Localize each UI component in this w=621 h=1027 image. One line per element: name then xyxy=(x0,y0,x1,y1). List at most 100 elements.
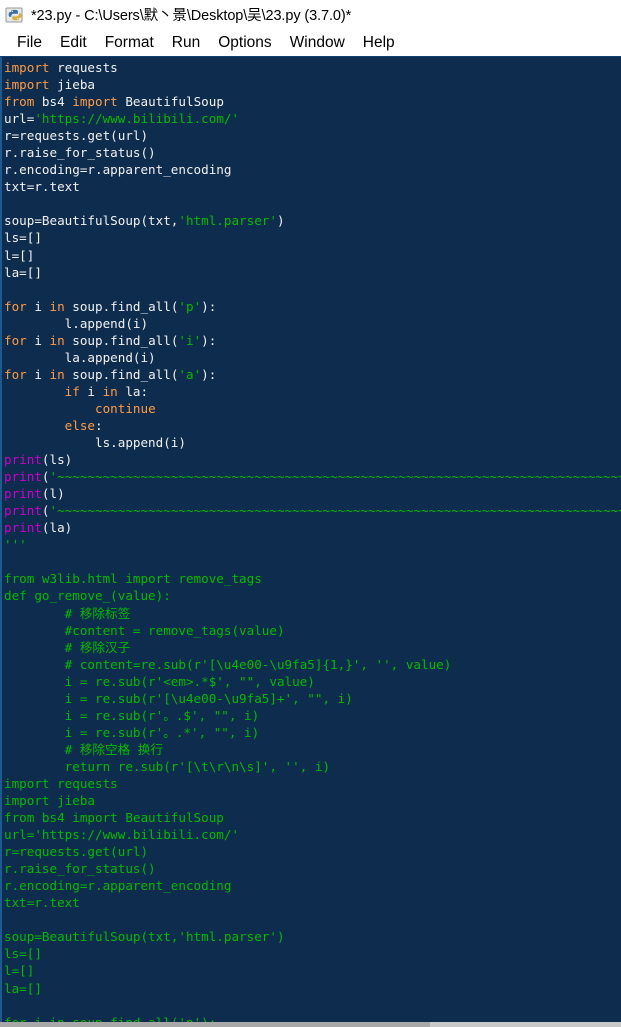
menu-item-format[interactable]: Format xyxy=(96,34,163,52)
code-line: for i in soup.find_all('a'): xyxy=(4,366,621,383)
menu-item-edit[interactable]: Edit xyxy=(51,34,96,52)
code-token: for xyxy=(4,366,27,382)
code-line: i = re.sub(r'<em>.*$', "", value) xyxy=(4,673,621,690)
code-line: print('~~~~~~~~~~~~~~~~~~~~~~~~~~~~~~~~~… xyxy=(4,468,621,485)
code-token: l.append(i) xyxy=(4,315,149,331)
code-line: url='https://www.bilibili.com/' xyxy=(4,110,621,127)
code-token: for xyxy=(4,298,27,314)
code-line: from bs4 import BeautifulSoup xyxy=(4,93,621,110)
window-title: *23.py - C:\Users\默丶景\Desktop\吴\23.py (3… xyxy=(31,8,352,24)
code-token: l=[] xyxy=(4,963,35,979)
code-token: i xyxy=(26,366,50,382)
code-token: print xyxy=(4,469,42,485)
code-token: r=requests.get(url) xyxy=(4,128,149,144)
code-line: r.raise_for_status() xyxy=(4,144,621,161)
menu-item-window[interactable]: Window xyxy=(281,34,354,52)
code-token: 'a' xyxy=(178,366,202,382)
menu-item-file[interactable]: File xyxy=(8,34,51,52)
code-token: import xyxy=(72,94,118,110)
code-token: in xyxy=(49,298,65,314)
code-text[interactable]: import requests import jieba from bs4 impo… xyxy=(4,59,621,1027)
code-token: print xyxy=(4,486,42,502)
code-line: l=[] xyxy=(4,247,621,264)
code-line: txt=r.text xyxy=(4,178,621,195)
code-line: ls.append(i) xyxy=(4,434,621,451)
code-token: ) xyxy=(276,213,285,229)
code-token: import xyxy=(4,77,50,93)
code-token: soup.find_all( xyxy=(64,298,179,314)
code-line: # 移除汉子 xyxy=(4,639,621,656)
code-token: txt=r.text xyxy=(4,179,80,195)
menu-item-options[interactable]: Options xyxy=(209,34,280,52)
title-bar: *23.py - C:\Users\默丶景\Desktop\吴\23.py (3… xyxy=(0,0,621,29)
code-line: soup=BeautifulSoup(txt,'html.parser') xyxy=(4,212,621,229)
code-token: print xyxy=(4,503,42,519)
code-editor[interactable]: import requests import jieba from bs4 impo… xyxy=(0,56,621,1027)
menu-item-help[interactable]: Help xyxy=(354,34,404,52)
code-line: ​ xyxy=(4,281,621,298)
code-line: ​ xyxy=(4,911,621,928)
code-token: ( xyxy=(41,503,50,519)
code-token: 'p' xyxy=(178,298,202,314)
code-line: ls=[] xyxy=(4,229,621,246)
code-token: ls.append(i) xyxy=(4,435,186,451)
code-line: # 移除空格 换行 xyxy=(4,741,621,758)
code-token: import requests xyxy=(4,775,118,791)
menu-bar: File Edit Format Run Options Window Help xyxy=(0,29,621,56)
code-token: 'html.parser' xyxy=(178,213,277,229)
code-line: import requests xyxy=(4,59,621,76)
code-line: la.append(i) xyxy=(4,349,621,366)
code-token: def go_remove_(value): xyxy=(4,588,171,604)
code-line: la=[] xyxy=(4,264,621,281)
code-line: import jieba xyxy=(4,792,621,809)
menu-item-run[interactable]: Run xyxy=(163,34,209,52)
code-line: l.append(i) xyxy=(4,315,621,332)
code-line: for i in soup.find_all('p'): xyxy=(4,298,621,315)
code-line: soup=BeautifulSoup(txt,'html.parser') xyxy=(4,928,621,945)
code-token: 'https://www.bilibili.com/' xyxy=(34,111,240,127)
code-token: i xyxy=(26,298,50,314)
code-token: return re.sub(r'[\t\r\n\s]', '', i) xyxy=(4,758,331,774)
code-token: from bs4 import BeautifulSoup xyxy=(4,810,224,826)
code-line: ''' xyxy=(4,536,621,553)
python-idle-icon xyxy=(5,5,25,25)
code-token: : xyxy=(95,417,103,433)
code-line: ​ xyxy=(4,195,621,212)
code-line: print(l) xyxy=(4,485,621,502)
code-line: # content=re.sub(r'[\u4e00-\u9fa5]{1,}',… xyxy=(4,656,621,673)
code-token: ): xyxy=(201,332,217,348)
code-token: BeautifulSoup xyxy=(117,94,224,110)
code-token: soup.find_all( xyxy=(64,332,179,348)
code-token: ls=[] xyxy=(4,946,42,962)
code-token: else xyxy=(64,417,96,433)
code-token: la.append(i) xyxy=(4,349,156,365)
code-token: import jieba xyxy=(4,793,95,809)
code-token: la=[] xyxy=(4,264,42,280)
code-line: def go_remove_(value): xyxy=(4,587,621,604)
code-token: # 移除标签 xyxy=(4,605,131,621)
code-line: print(la) xyxy=(4,519,621,536)
code-token: url= xyxy=(4,111,35,127)
code-line: ​ xyxy=(4,553,621,570)
code-line: import jieba xyxy=(4,76,621,93)
code-token: (ls) xyxy=(41,452,73,468)
code-line: from bs4 import BeautifulSoup xyxy=(4,809,621,826)
code-token: ''' xyxy=(4,537,27,553)
horizontal-scrollbar[interactable] xyxy=(0,1022,621,1027)
code-token: txt=r.text xyxy=(4,895,80,911)
code-token: bs4 xyxy=(34,94,73,110)
code-token: ls=[] xyxy=(4,230,42,246)
code-token: #content = remove_tags(value) xyxy=(4,622,285,638)
code-token: (l) xyxy=(41,486,65,502)
code-line: r.encoding=r.apparent_encoding xyxy=(4,161,621,178)
code-token: print xyxy=(4,520,42,536)
code-line: i = re.sub(r'。.$', "", i) xyxy=(4,707,621,724)
code-token: in xyxy=(49,332,65,348)
code-line: # 移除标签 xyxy=(4,605,621,622)
idle-editor-window: *23.py - C:\Users\默丶景\Desktop\吴\23.py (3… xyxy=(0,0,621,1027)
code-token: import xyxy=(4,60,50,75)
horizontal-scrollbar-thumb[interactable] xyxy=(0,1022,430,1027)
code-line: #content = remove_tags(value) xyxy=(4,622,621,639)
code-token: for xyxy=(4,332,27,348)
code-token: la: xyxy=(117,383,149,399)
